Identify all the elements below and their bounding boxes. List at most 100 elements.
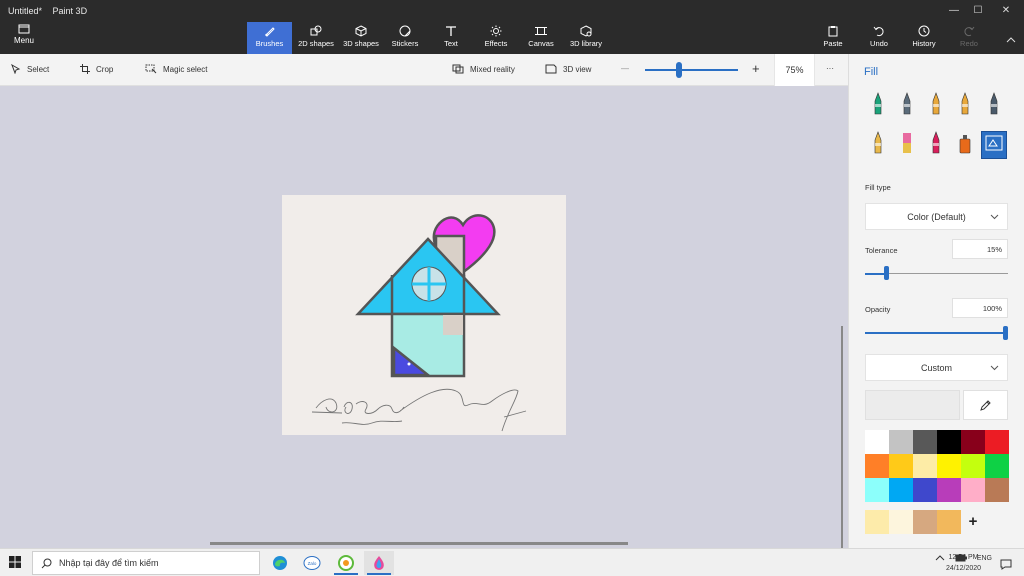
collapse-ribbon-button[interactable]	[1006, 30, 1016, 48]
tool-effects[interactable]: Effects	[477, 22, 515, 54]
color-swatch[interactable]	[889, 430, 913, 454]
color-mode-value: Custom	[920, 363, 952, 373]
opacity-slider-fill	[865, 332, 1008, 334]
brush-marker[interactable]	[865, 91, 891, 120]
3d-library-icon	[580, 25, 592, 37]
add-color-button[interactable]: +	[961, 510, 985, 534]
color-swatch[interactable]	[961, 430, 985, 454]
tool-2d-shapes[interactable]: 2D shapes	[295, 22, 337, 54]
maximize-button[interactable]: ☐	[968, 4, 988, 18]
color-swatch[interactable]	[961, 454, 985, 478]
horizontal-scrollbar[interactable]	[210, 542, 628, 545]
eyedropper-button[interactable]	[963, 390, 1008, 420]
custom-color-swatch[interactable]	[865, 510, 889, 534]
color-swatch[interactable]	[961, 478, 985, 502]
fill-type-dropdown[interactable]: Color (Default)	[865, 203, 1008, 230]
opacity-label: Opacity	[865, 305, 891, 314]
color-mode-dropdown[interactable]: Custom	[865, 354, 1008, 381]
brush-pixel-pen[interactable]	[981, 91, 1007, 121]
3d-view-button[interactable]: 3D view	[545, 64, 591, 74]
taskbar-search-input[interactable]: Nhập tại đây để tìm kiếm	[32, 551, 260, 575]
mixed-reality-button[interactable]: Mixed reality	[452, 64, 515, 74]
color-swatch[interactable]	[937, 454, 961, 478]
current-color-preview[interactable]	[865, 390, 960, 420]
zoom-value[interactable]: 75%	[774, 54, 815, 86]
custom-color-swatch[interactable]	[913, 510, 937, 534]
brush-fill-bucket[interactable]	[981, 131, 1007, 159]
color-swatch[interactable]	[985, 478, 1009, 502]
pixel-pen-icon	[988, 91, 1000, 121]
color-swatch[interactable]	[913, 454, 937, 478]
brush-watercolor[interactable]	[952, 91, 978, 121]
magic-select-button[interactable]: Magic select	[145, 64, 207, 74]
color-swatch[interactable]	[913, 430, 937, 454]
color-swatch[interactable]	[865, 454, 889, 478]
brush-spray-can[interactable]	[952, 131, 978, 159]
color-swatch[interactable]	[889, 454, 913, 478]
close-button[interactable]: ✕	[996, 4, 1016, 18]
tool-text[interactable]: Text	[432, 22, 470, 54]
brush-calligraphy-pen[interactable]	[894, 91, 920, 120]
undo-icon	[873, 26, 884, 37]
color-swatch[interactable]	[985, 430, 1009, 454]
notifications-button[interactable]	[1000, 557, 1012, 575]
zoom-slider-thumb[interactable]	[676, 62, 682, 78]
opacity-slider-thumb[interactable]	[1003, 326, 1008, 340]
color-swatch[interactable]	[937, 430, 961, 454]
clock[interactable]: 12:54 PM 24/12/2020	[946, 552, 981, 574]
brush-pencil[interactable]	[865, 130, 891, 159]
canvas-icon	[535, 27, 547, 35]
brush-oil-brush[interactable]	[923, 91, 949, 120]
taskbar-zalo[interactable]: Zalo	[297, 551, 327, 575]
history-label: History	[912, 39, 936, 48]
crop-icon	[80, 64, 90, 74]
tool-stickers[interactable]: Stickers	[386, 22, 424, 54]
crop-button[interactable]: Crop	[80, 64, 113, 74]
zoom-in-button[interactable]: +	[752, 61, 760, 76]
brush-crayon[interactable]	[923, 130, 949, 159]
custom-color-swatch[interactable]	[937, 510, 961, 534]
redo-button[interactable]: Redo	[954, 22, 984, 54]
menu-button[interactable]: Menu	[4, 24, 44, 52]
taskbar-edge[interactable]	[265, 551, 295, 575]
undo-button[interactable]: Undo	[864, 22, 894, 54]
tool-label: Text	[444, 39, 458, 48]
2d-shapes-icon	[310, 25, 322, 36]
taskbar-coccoc[interactable]	[331, 551, 361, 575]
select-button[interactable]: Select	[11, 64, 49, 74]
start-button[interactable]	[8, 555, 22, 574]
watercolor-icon	[959, 91, 971, 121]
search-placeholder: Nhập tại đây để tìm kiếm	[59, 558, 159, 568]
tool-label: Canvas	[528, 39, 554, 48]
color-palette	[865, 430, 1009, 502]
history-icon	[918, 25, 930, 37]
tool-canvas[interactable]: Canvas	[522, 22, 560, 54]
zoom-out-button[interactable]: —	[621, 64, 629, 73]
color-swatch[interactable]	[889, 478, 913, 502]
custom-color-swatch[interactable]	[889, 510, 913, 534]
history-button[interactable]: History	[908, 22, 940, 54]
more-options-button[interactable]: ···	[826, 64, 834, 73]
tool-3d-library[interactable]: 3D library	[566, 22, 606, 54]
color-swatch[interactable]	[913, 478, 937, 502]
color-swatch[interactable]	[985, 454, 1009, 478]
tool-3d-shapes[interactable]: 3D shapes	[340, 22, 382, 54]
brush-eraser[interactable]	[894, 131, 920, 159]
tool-brushes[interactable]: Brushes	[247, 22, 292, 54]
drawing-canvas[interactable]	[282, 195, 566, 435]
chevron-up-icon	[1006, 37, 1016, 43]
minimize-button[interactable]: —	[944, 4, 964, 18]
vertical-scrollbar[interactable]	[841, 326, 843, 548]
chevron-up-icon[interactable]	[935, 555, 945, 561]
tolerance-label: Tolerance	[865, 246, 898, 255]
zoom-slider[interactable]	[645, 69, 738, 71]
tolerance-input[interactable]: 15%	[952, 239, 1008, 259]
color-swatch[interactable]	[865, 430, 889, 454]
color-swatch[interactable]	[937, 478, 961, 502]
opacity-input[interactable]: 100%	[952, 298, 1008, 318]
color-swatch[interactable]	[865, 478, 889, 502]
app-name: Paint 3D	[52, 6, 88, 16]
tolerance-slider-thumb[interactable]	[884, 266, 890, 280]
paste-button[interactable]: Paste	[818, 22, 848, 54]
taskbar-paint3d[interactable]	[364, 551, 394, 575]
